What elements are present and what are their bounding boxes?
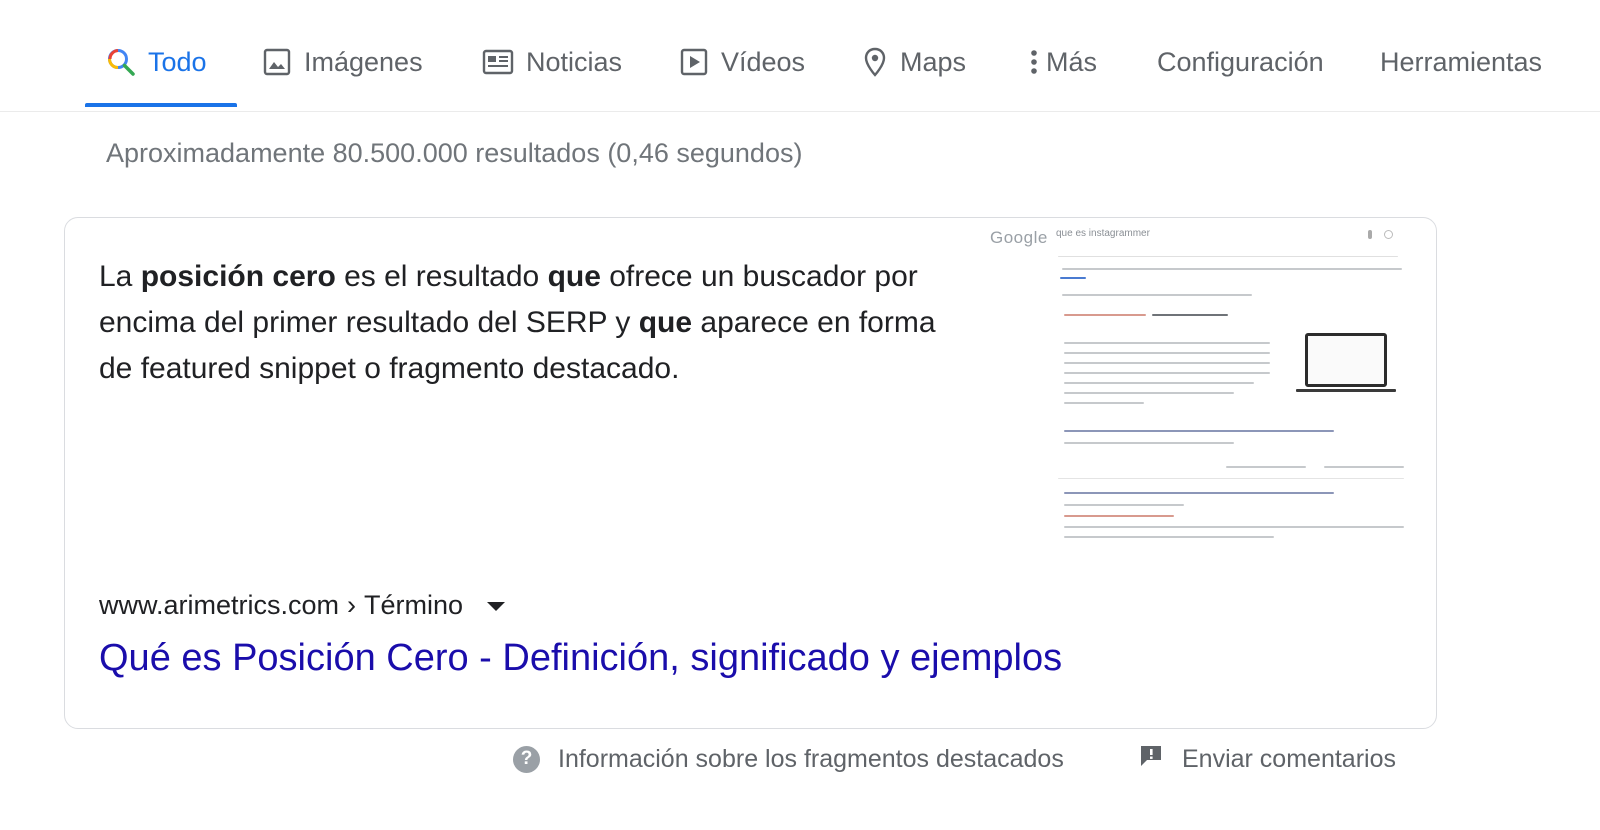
snippet-info-label: Información sobre los fragmentos destaca… [558,744,1064,773]
search-icon [106,47,136,77]
breadcrumb-domain: www.arimetrics.com [99,590,340,620]
thumbnail-laptop-image [1305,333,1387,387]
tab-todo[interactable]: Todo [106,40,207,84]
more-vert-icon [1028,47,1040,77]
thumbnail-search-text: que es instagrammer [1056,228,1150,239]
tab-label: Herramientas [1380,46,1543,77]
snippet-text-bold: que [547,260,601,293]
tab-label: Todo [148,46,207,77]
thumbnail-search-icon [1384,230,1393,239]
tab-videos[interactable]: Vídeos [679,40,805,84]
map-pin-icon [862,46,888,78]
result-title-link[interactable]: Qué es Posición Cero - Definición, signi… [99,637,1062,680]
dropdown-caret-icon[interactable] [487,602,506,611]
active-tab-indicator [85,103,237,107]
thumbnail-mic-icon [1368,230,1372,239]
video-play-icon [679,47,709,77]
tab-label: Vídeos [721,46,806,77]
tab-configuracion[interactable]: Configuración [1157,40,1324,84]
help-icon: ? [513,745,540,773]
snippet-text: La posición cero es el resultado que ofr… [99,254,939,392]
tab-label: Imágenes [304,46,423,77]
tab-label: Configuración [1157,46,1324,77]
tab-label: Más [1046,46,1098,77]
thumbnail-laptop-base [1296,389,1396,392]
breadcrumb-path: Término [364,590,464,620]
tab-label: Maps [900,46,967,77]
snippet-text-part: es el resultado [335,260,548,293]
snippet-text-part: La [99,260,141,293]
tab-herramientas[interactable]: Herramientas [1380,40,1542,84]
tab-maps[interactable]: Maps [862,40,966,84]
search-tabs: Todo Imágenes Noticias Vídeos Maps Más C… [0,0,1600,112]
tabs-divider [0,111,1600,112]
featured-snippet-card: La posición cero es el resultado que ofr… [64,217,1437,729]
tab-mas[interactable]: Más [1028,40,1097,84]
snippet-text-bold: que [638,306,693,339]
result-breadcrumb[interactable]: www.arimetrics.com › Término [99,590,506,621]
snippet-text-bold: posición cero [140,260,336,293]
feedback-flag-icon [1138,743,1164,776]
tab-imagenes[interactable]: Imágenes [262,40,423,84]
tab-noticias[interactable]: Noticias [482,40,622,84]
snippet-info-link[interactable]: ? Información sobre los fragmentos desta… [513,741,1064,777]
image-icon [262,47,292,77]
feedback-label: Enviar comentarios [1182,744,1396,773]
result-stats: Aproximadamente 80.500.000 resultados (0… [106,138,803,168]
send-feedback-link[interactable]: Enviar comentarios [1138,741,1396,777]
thumbnail-google-logo: Google [990,228,1048,247]
breadcrumb-separator: › [347,590,357,620]
tab-label: Noticias [526,46,623,77]
news-icon [482,48,514,76]
snippet-thumbnail[interactable]: Google que es instagrammer [978,220,1428,550]
